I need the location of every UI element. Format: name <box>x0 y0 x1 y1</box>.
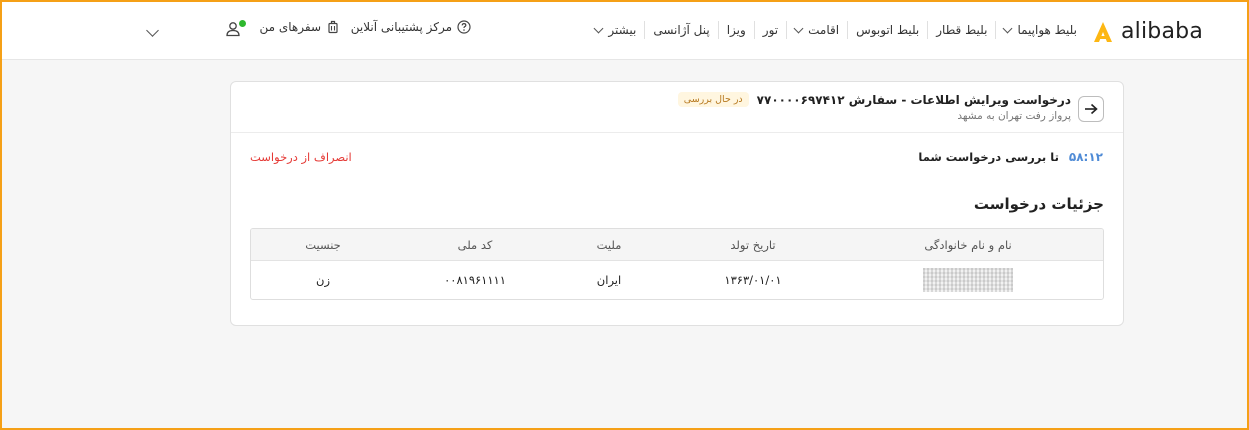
alibaba-logo[interactable]: alibaba <box>1091 19 1203 44</box>
request-details-table: نام و نام خانوادگی تاریخ تولد ملیت کد مل… <box>250 228 1104 300</box>
nav-item-more[interactable]: بیشتر <box>587 20 644 40</box>
nav-item-label: تور <box>762 23 779 37</box>
nav-divider <box>753 21 755 39</box>
column-header-full-name: نام و نام خانوادگی <box>924 237 1012 252</box>
table-header-row: نام و نام خانوادگی تاریخ تولد ملیت کد مل… <box>251 229 1103 261</box>
main-nav: بلیط هواپیما بلیط قطار بلیط اتوبوس اقامت… <box>587 20 1085 40</box>
nav-divider <box>644 21 646 39</box>
full-name-cell <box>923 261 1013 299</box>
status-dot <box>238 19 247 28</box>
column-header-gender: جنسیت <box>305 237 341 252</box>
column-header-birth-date: تاریخ تولد <box>730 237 776 252</box>
birth-date-cell: ۱۳۶۳/۰۱/۰۱ <box>724 273 782 287</box>
countdown-timer: ۵۸:۱۲ <box>1068 150 1103 164</box>
status-badge: در حال بررسی <box>677 92 749 107</box>
nav-item-label: بیشتر <box>608 23 637 37</box>
nav-item-label: پنل آژانسی <box>653 23 710 37</box>
my-trips-label: سفرهای من <box>259 20 322 34</box>
nav-item-bus[interactable]: بلیط اتوبوس <box>848 20 927 40</box>
nav-item-label: بلیط اتوبوس <box>856 23 920 37</box>
national-code-cell: ۰۰۸۱۹۶۱۱۱۱ <box>444 273 506 287</box>
arrow-right-icon <box>1085 103 1098 115</box>
nav-item-label: بلیط هواپیما <box>1017 23 1077 37</box>
nav-item-visa[interactable]: ویزا <box>719 20 754 40</box>
request-subtitle: پرواز رفت تهران به مشهد <box>957 110 1071 122</box>
nav-item-tour[interactable]: تور <box>755 20 786 40</box>
chevron-down-icon[interactable] <box>146 24 159 37</box>
nav-divider <box>786 21 788 39</box>
request-card-header: درخواست ویرایش اطلاعات - سفارش ۷۷۰۰۰۰۶۹۷… <box>231 82 1123 133</box>
support-center-link[interactable]: مرکز پشتیبانی آنلاین <box>351 20 471 34</box>
nav-divider <box>847 21 849 39</box>
column-header-national-code: کد ملی <box>457 237 493 252</box>
gender-cell: زن <box>316 273 330 287</box>
nav-divider <box>927 21 929 39</box>
nationality-cell: ایران <box>596 273 622 287</box>
nav-item-label: اقامت <box>808 23 840 37</box>
nav-item-label: بلیط قطار <box>936 23 988 37</box>
logo-text: alibaba <box>1121 19 1203 44</box>
question-circle-icon <box>457 20 471 34</box>
nav-item-agency-panel[interactable]: پنل آژانسی <box>645 20 717 40</box>
table-row: ۱۳۶۳/۰۱/۰۱ ایران ۰۰۸۱۹۶۱۱۱۱ زن <box>251 261 1103 299</box>
chevron-down-icon <box>593 23 604 33</box>
nav-item-accommodation[interactable]: اقامت <box>787 20 847 40</box>
request-card: درخواست ویرایش اطلاعات - سفارش ۷۷۰۰۰۰۶۹۷… <box>230 81 1124 326</box>
countdown-row: ۵۸:۱۲ تا بررسی درخواست شما <box>918 150 1103 164</box>
nav-item-label: ویزا <box>726 23 746 37</box>
nav-divider <box>717 21 719 39</box>
back-button[interactable] <box>1078 96 1104 122</box>
chevron-down-icon <box>793 23 804 33</box>
my-trips-link[interactable]: سفرهای من <box>260 20 341 34</box>
user-account-button[interactable] <box>225 19 247 41</box>
logo-mark-icon <box>1094 21 1112 42</box>
request-title-row: درخواست ویرایش اطلاعات - سفارش ۷۷۰۰۰۰۶۹۷… <box>677 92 1071 107</box>
countdown-label: تا بررسی درخواست شما <box>918 150 1059 164</box>
request-title: درخواست ویرایش اطلاعات - سفارش ۷۷۰۰۰۰۶۹۷… <box>756 92 1071 107</box>
nav-item-flights[interactable]: بلیط هواپیما <box>996 20 1085 40</box>
nav-divider <box>995 21 997 39</box>
nav-item-train[interactable]: بلیط قطار <box>928 20 995 40</box>
section-title: جزئیات درخواست <box>973 195 1104 213</box>
suitcase-icon <box>328 20 338 34</box>
column-header-nationality: ملیت <box>596 237 622 252</box>
support-center-label: مرکز پشتیبانی آنلاین <box>350 20 452 34</box>
masked-name-image <box>923 268 1013 292</box>
cancel-request-link[interactable]: انصراف از درخواست <box>250 150 352 164</box>
top-header: alibaba بلیط هواپیما بلیط قطار بلیط اتوب… <box>2 2 1247 60</box>
chevron-down-icon <box>1002 23 1013 33</box>
